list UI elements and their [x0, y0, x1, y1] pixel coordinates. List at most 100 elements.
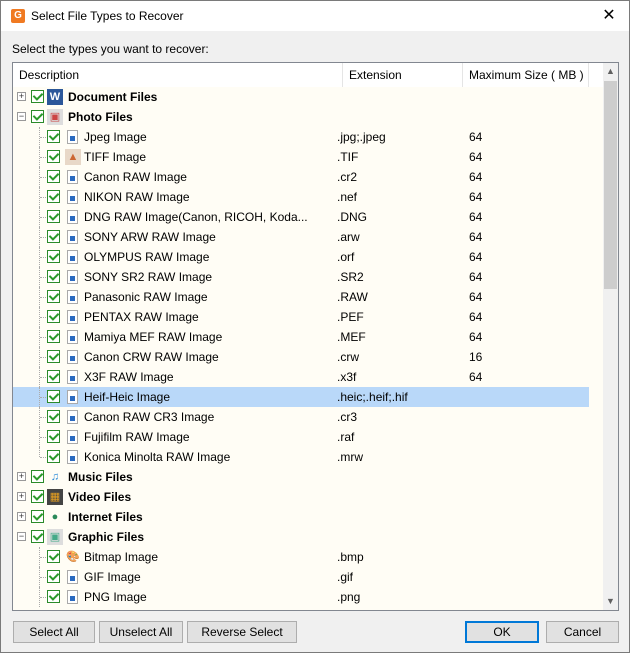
expand-icon[interactable]: + [17, 92, 26, 101]
checkbox[interactable] [47, 430, 60, 443]
checkbox[interactable] [47, 370, 60, 383]
checkbox[interactable] [47, 330, 60, 343]
photo-folder-icon: ▣ [47, 109, 63, 125]
image-file-icon [67, 430, 78, 444]
ok-button[interactable]: OK [465, 621, 539, 643]
checkbox[interactable] [47, 150, 60, 163]
row-max-size: 64 [469, 270, 483, 284]
file-type-row[interactable]: Panasonic RAW Image .RAW 64 [13, 287, 603, 307]
row-description: Internet Files [68, 510, 143, 524]
column-max-size[interactable]: Maximum Size ( MB ) [463, 63, 589, 87]
checkbox[interactable] [31, 90, 44, 103]
file-type-row[interactable]: OLYMPUS RAW Image .orf 64 [13, 247, 603, 267]
row-description: Jpeg Image [84, 130, 147, 144]
row-description: Heif-Heic Image [84, 390, 171, 404]
checkbox[interactable] [31, 110, 44, 123]
row-max-size: 64 [469, 130, 483, 144]
row-extension: .DNG [337, 210, 367, 224]
category-row[interactable]: + ♫ Music Files [13, 467, 603, 487]
checkbox[interactable] [31, 490, 44, 503]
checkbox[interactable] [47, 190, 60, 203]
row-description: Konica Minolta RAW Image [84, 450, 231, 464]
file-type-row[interactable]: Jpeg Image .jpg;.jpeg 64 [13, 127, 603, 147]
checkbox[interactable] [31, 530, 44, 543]
expand-icon[interactable]: + [17, 472, 26, 481]
checkbox[interactable] [31, 510, 44, 523]
file-type-row[interactable]: Mamiya MEF RAW Image .MEF 64 [13, 327, 603, 347]
scroll-up-arrow-icon[interactable]: ▲ [603, 63, 618, 80]
cancel-button[interactable]: Cancel [546, 621, 619, 643]
expand-icon[interactable]: + [17, 492, 26, 501]
checkbox[interactable] [47, 230, 60, 243]
unselect-all-button[interactable]: Unselect All [99, 621, 183, 643]
collapse-icon[interactable]: − [17, 112, 26, 121]
file-type-row[interactable]: Konica Minolta RAW Image .mrw [13, 447, 603, 467]
file-type-tree: Description Extension Maximum Size ( MB … [12, 62, 619, 611]
file-type-row[interactable]: Heif-Heic Image .heic;.heif;.hif [13, 387, 589, 407]
tree-rows: + W Document Files − ▣ Photo Files Jpeg Image.… [13, 87, 603, 607]
file-type-row[interactable]: NIKON RAW Image .nef 64 [13, 187, 603, 207]
image-file-icon [67, 330, 78, 344]
checkbox[interactable] [47, 550, 60, 563]
row-extension: .jpg;.jpeg [337, 130, 386, 144]
collapse-icon[interactable]: − [17, 532, 26, 541]
row-description: OLYMPUS RAW Image [84, 250, 210, 264]
select-all-button[interactable]: Select All [13, 621, 95, 643]
row-max-size: 64 [469, 170, 483, 184]
row-extension: .png [337, 590, 361, 604]
file-type-row[interactable]: Canon RAW CR3 Image .cr3 [13, 407, 603, 427]
file-type-row[interactable]: Canon RAW Image .cr2 64 [13, 167, 603, 187]
row-max-size: 64 [469, 290, 483, 304]
row-max-size: 64 [469, 190, 483, 204]
category-row[interactable]: + W Document Files [13, 87, 603, 107]
column-extension[interactable]: Extension [343, 63, 463, 87]
checkbox[interactable] [47, 590, 60, 603]
file-type-row[interactable]: PNG Image .png [13, 587, 603, 607]
checkbox[interactable] [47, 310, 60, 323]
file-type-row[interactable]: PENTAX RAW Image .PEF 64 [13, 307, 603, 327]
file-type-row[interactable]: GIF Image .gif [13, 567, 603, 587]
file-type-row[interactable]: SONY SR2 RAW Image .SR2 64 [13, 267, 603, 287]
file-type-row[interactable]: Canon CRW RAW Image .crw 16 [13, 347, 603, 367]
category-row[interactable]: − ▣ Photo Files [13, 107, 603, 127]
file-type-row[interactable]: ▲ TIFF Image .TIF 64 [13, 147, 603, 167]
category-row[interactable]: + ● Internet Files [13, 507, 603, 527]
category-row[interactable]: − ▣ Graphic Files [13, 527, 603, 547]
globe-icon: ● [51, 511, 59, 523]
file-type-row[interactable]: DNG RAW Image(Canon, RICOH, Koda... .DNG 6… [13, 207, 603, 227]
checkbox[interactable] [47, 210, 60, 223]
title-bar: G Select File Types to Recover ✕ [1, 1, 629, 31]
row-description: Video Files [68, 490, 132, 504]
expand-icon[interactable]: + [17, 512, 26, 521]
checkbox[interactable] [47, 170, 60, 183]
checkbox[interactable] [47, 390, 60, 403]
checkbox[interactable] [47, 130, 60, 143]
instruction-label: Select the types you want to recover: [12, 42, 209, 56]
file-type-row[interactable]: 🎨 Bitmap Image .bmp [13, 547, 603, 567]
column-description[interactable]: Description [13, 63, 343, 87]
checkbox[interactable] [47, 570, 60, 583]
row-extension: .MEF [337, 330, 366, 344]
checkbox[interactable] [47, 410, 60, 423]
category-row[interactable]: + ▦ Video Files [13, 487, 603, 507]
scroll-down-arrow-icon[interactable]: ▼ [603, 593, 618, 610]
checkbox[interactable] [47, 290, 60, 303]
checkbox[interactable] [31, 470, 44, 483]
row-extension: .RAW [337, 290, 368, 304]
checkbox[interactable] [47, 250, 60, 263]
file-type-row[interactable]: Fujifilm RAW Image .raf [13, 427, 603, 447]
vertical-scrollbar[interactable]: ▲ ▼ [603, 63, 618, 610]
row-max-size: 64 [469, 370, 483, 384]
checkbox[interactable] [47, 450, 60, 463]
paint-palette-icon: 🎨 [66, 551, 80, 563]
scrollbar-thumb[interactable] [604, 81, 617, 289]
file-type-row[interactable]: X3F RAW Image .x3f 64 [13, 367, 603, 387]
column-header: Description Extension Maximum Size ( MB … [13, 63, 603, 87]
checkbox[interactable] [47, 350, 60, 363]
reverse-select-button[interactable]: Reverse Select [187, 621, 297, 643]
close-button[interactable]: ✕ [589, 1, 629, 31]
checkbox[interactable] [47, 270, 60, 283]
file-type-row[interactable]: SONY ARW RAW Image .arw 64 [13, 227, 603, 247]
image-file-icon [67, 450, 78, 464]
row-max-size: 64 [469, 210, 483, 224]
